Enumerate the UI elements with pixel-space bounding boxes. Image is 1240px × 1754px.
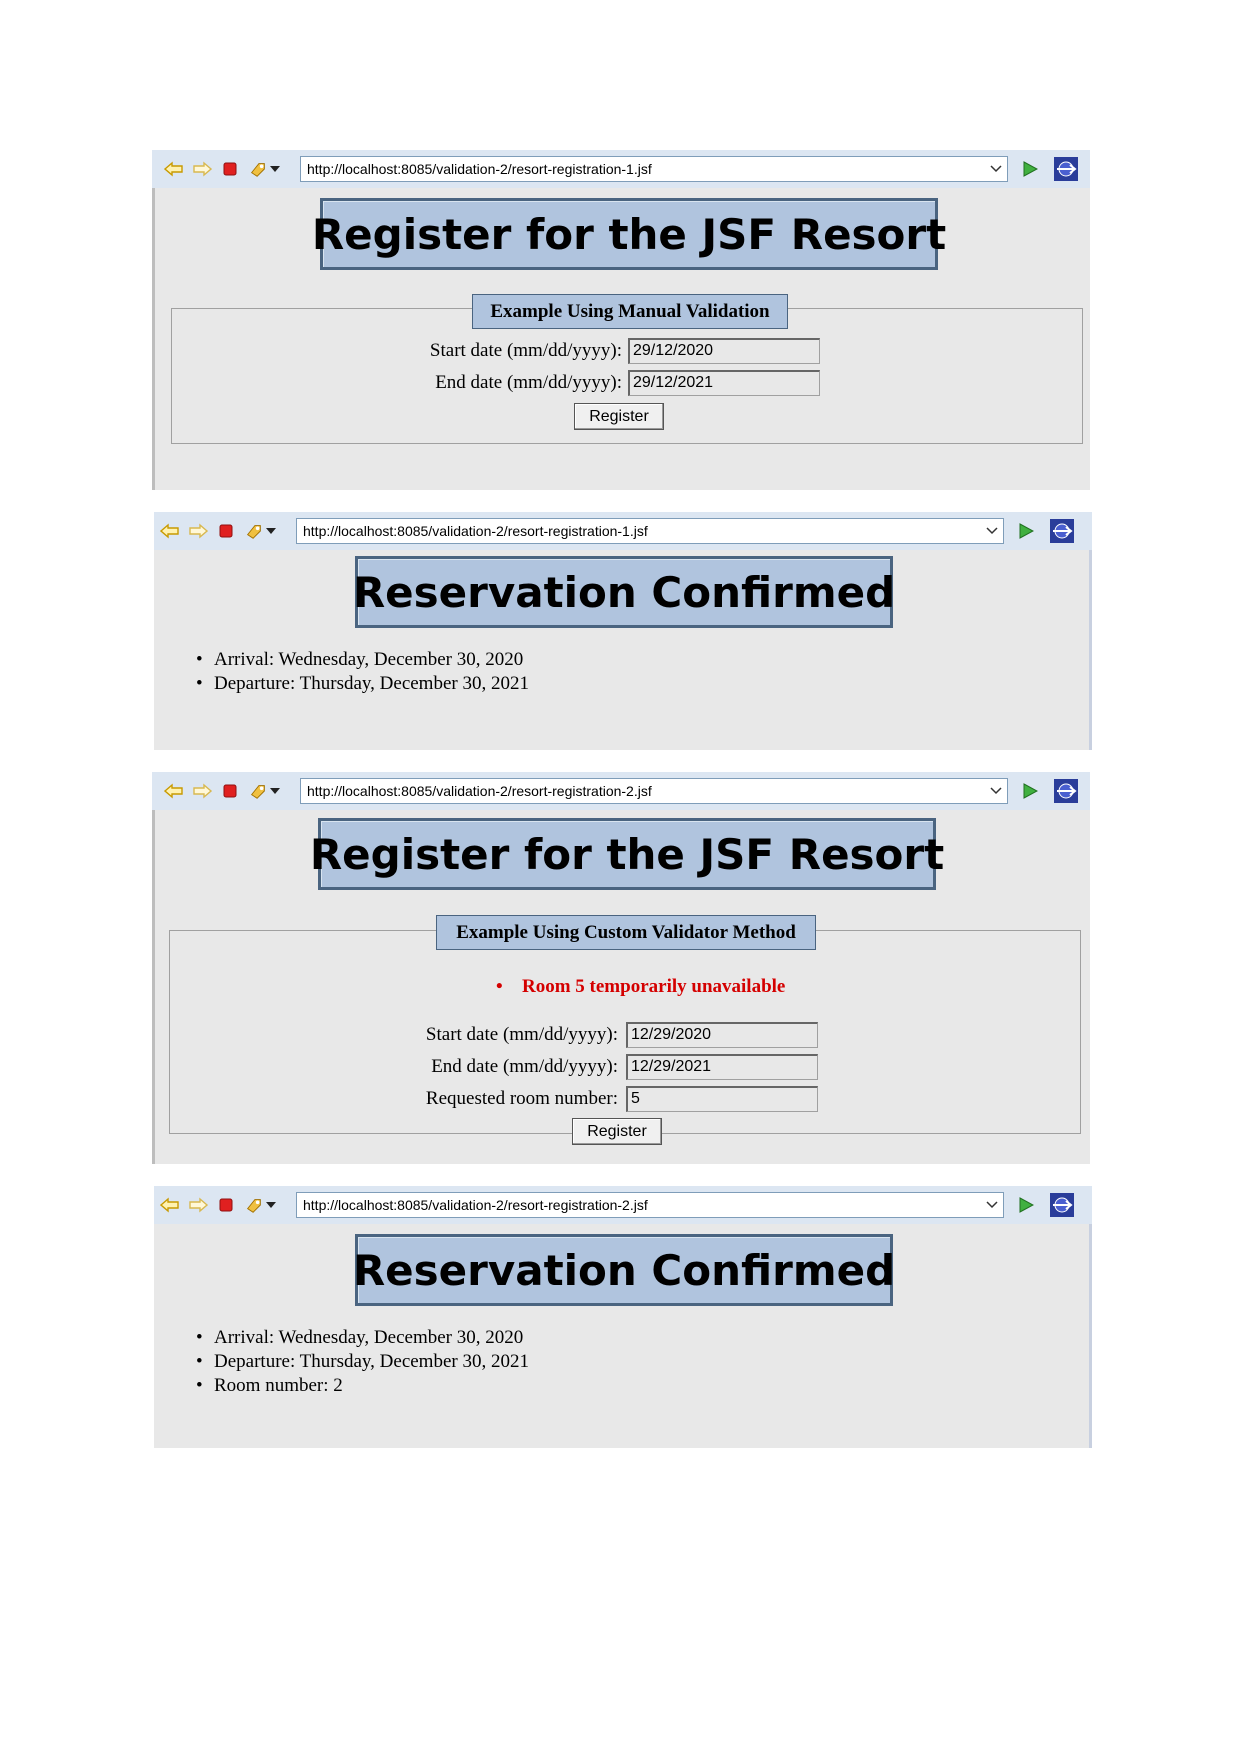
fieldset-legend: Example Using Manual Validation: [472, 294, 788, 329]
register-button[interactable]: Register: [572, 1118, 662, 1145]
start-date-label: Start date (mm/dd/yyyy):: [429, 340, 622, 361]
forward-arrow-icon[interactable]: [192, 159, 212, 179]
list-item: Arrival: Wednesday, December 30, 2020: [196, 648, 529, 672]
url-bar[interactable]: http://localhost:8085/validation-2/resor…: [296, 1192, 1004, 1218]
browser-toolbar: http://localhost:8085/validation-2/resor…: [154, 512, 1092, 550]
stop-icon[interactable]: [220, 159, 240, 179]
end-date-label: End date (mm/dd/yyyy):: [431, 1056, 618, 1077]
stop-icon[interactable]: [216, 1195, 236, 1215]
refresh-icon[interactable]: [248, 781, 268, 801]
forward-arrow-icon[interactable]: [188, 1195, 208, 1215]
url-bar[interactable]: http://localhost:8085/validation-2/resor…: [300, 778, 1008, 804]
forward-arrow-icon[interactable]: [188, 521, 208, 541]
validation-fieldset: [169, 930, 1081, 1134]
fieldset-legend: Example Using Custom Validator Method: [436, 915, 816, 950]
reservation-details-list: Arrival: Wednesday, December 30, 2020 De…: [196, 1326, 529, 1398]
page-title: Reservation Confirmed: [353, 1234, 895, 1306]
room-number-input[interactable]: 5: [626, 1086, 818, 1112]
start-date-input[interactable]: 12/29/2020: [626, 1022, 818, 1048]
url-text: http://localhost:8085/validation-2/resor…: [307, 161, 652, 177]
page-title: Reservation Confirmed: [353, 556, 895, 628]
url-dropdown-icon[interactable]: [985, 519, 999, 543]
error-message: • Room 5 temporarily unavailable: [496, 976, 786, 997]
browser-window-4: http://localhost:8085/validation-2/resor…: [154, 1186, 1092, 1448]
url-bar[interactable]: http://localhost:8085/validation-2/resor…: [300, 156, 1008, 182]
back-arrow-icon[interactable]: [160, 1195, 180, 1215]
reservation-details-list: Arrival: Wednesday, December 30, 2020 De…: [196, 648, 529, 696]
start-date-input[interactable]: 29/12/2020: [628, 338, 820, 364]
page-title: Register for the JSF Resort: [310, 818, 944, 890]
chevron-down-icon[interactable]: [268, 159, 282, 179]
browser-window-3: http://localhost:8085/validation-2/resor…: [152, 772, 1090, 1164]
list-item: Room number: 2: [196, 1374, 529, 1398]
stop-icon[interactable]: [220, 781, 240, 801]
list-item: Departure: Thursday, December 30, 2021: [196, 1350, 529, 1374]
end-date-input[interactable]: 12/29/2021: [626, 1054, 818, 1080]
list-item: Departure: Thursday, December 30, 2021: [196, 672, 529, 696]
url-text: http://localhost:8085/validation-2/resor…: [307, 783, 652, 799]
chevron-down-icon[interactable]: [264, 521, 278, 541]
start-date-label: Start date (mm/dd/yyyy):: [425, 1024, 618, 1045]
go-icon[interactable]: [1016, 521, 1036, 541]
url-text: http://localhost:8085/validation-2/resor…: [303, 523, 648, 539]
eclipse-icon[interactable]: [1054, 157, 1078, 181]
error-message-text: Room 5 temporarily unavailable: [522, 976, 786, 997]
end-date-input[interactable]: 29/12/2021: [628, 370, 820, 396]
back-arrow-icon[interactable]: [164, 159, 184, 179]
browser-toolbar: http://localhost:8085/validation-2/resor…: [152, 772, 1090, 810]
register-button[interactable]: Register: [574, 403, 664, 430]
url-bar[interactable]: http://localhost:8085/validation-2/resor…: [296, 518, 1004, 544]
browser-toolbar: http://localhost:8085/validation-2/resor…: [152, 150, 1090, 188]
page-title: Register for the JSF Resort: [312, 198, 946, 270]
forward-arrow-icon[interactable]: [192, 781, 212, 801]
browser-window-2: http://localhost:8085/validation-2/resor…: [154, 512, 1092, 750]
refresh-icon[interactable]: [244, 1195, 264, 1215]
url-text: http://localhost:8085/validation-2/resor…: [303, 1197, 648, 1213]
end-date-label: End date (mm/dd/yyyy):: [435, 372, 622, 393]
room-number-label: Requested room number:: [425, 1088, 618, 1109]
back-arrow-icon[interactable]: [164, 781, 184, 801]
url-dropdown-icon[interactable]: [985, 1193, 999, 1217]
url-dropdown-icon[interactable]: [989, 157, 1003, 181]
chevron-down-icon[interactable]: [268, 781, 282, 801]
eclipse-icon[interactable]: [1050, 519, 1074, 543]
chevron-down-icon[interactable]: [264, 1195, 278, 1215]
refresh-icon[interactable]: [244, 521, 264, 541]
eclipse-icon[interactable]: [1054, 779, 1078, 803]
back-arrow-icon[interactable]: [160, 521, 180, 541]
go-icon[interactable]: [1020, 159, 1040, 179]
go-icon[interactable]: [1020, 781, 1040, 801]
url-dropdown-icon[interactable]: [989, 779, 1003, 803]
list-item: Arrival: Wednesday, December 30, 2020: [196, 1326, 529, 1350]
browser-window-1: http://localhost:8085/validation-2/resor…: [152, 150, 1090, 490]
stop-icon[interactable]: [216, 521, 236, 541]
browser-toolbar: http://localhost:8085/validation-2/resor…: [154, 1186, 1092, 1224]
eclipse-icon[interactable]: [1050, 1193, 1074, 1217]
go-icon[interactable]: [1016, 1195, 1036, 1215]
refresh-icon[interactable]: [248, 159, 268, 179]
